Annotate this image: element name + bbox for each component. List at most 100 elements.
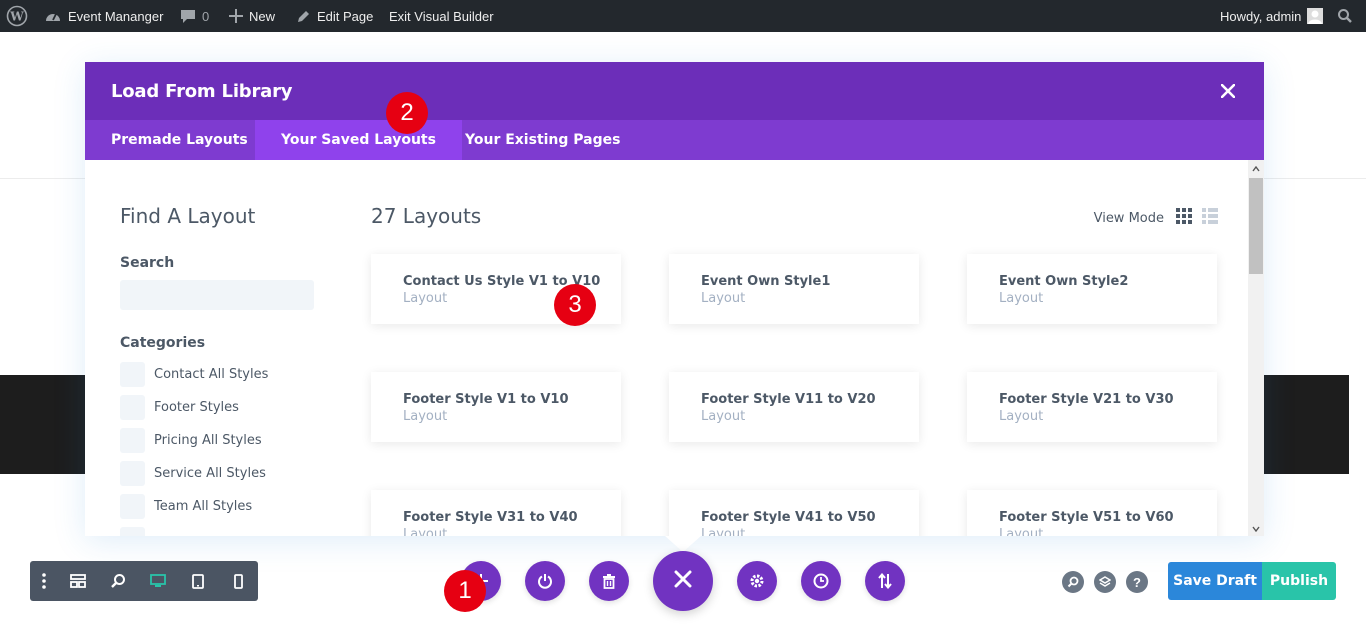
view-mode-label: View Mode <box>1093 211 1164 226</box>
layout-name: Footer Style V51 to V60 <box>999 510 1174 525</box>
exit-visual-builder-link[interactable]: Exit Visual Builder <box>389 0 494 32</box>
layout-name: Footer Style V11 to V20 <box>701 392 876 407</box>
gear-icon[interactable] <box>737 561 777 601</box>
checkbox[interactable] <box>120 394 145 420</box>
more-icon[interactable] <box>30 561 58 601</box>
layout-card[interactable]: Event Own Style1 Layout <box>669 254 919 324</box>
category-label: Pricing All Styles <box>154 432 262 448</box>
new-link[interactable]: New <box>229 0 275 32</box>
save-draft-button[interactable]: Save Draft <box>1168 562 1262 600</box>
edit-page-label: Edit Page <box>317 8 374 24</box>
svg-text:W: W <box>9 10 24 24</box>
checkbox[interactable] <box>120 526 145 536</box>
layout-type: Layout <box>701 291 746 306</box>
exit-label: Exit Visual Builder <box>389 8 494 24</box>
trash-icon[interactable] <box>589 561 629 601</box>
pencil-icon <box>296 9 311 24</box>
wireframe-icon[interactable] <box>58 561 98 601</box>
checkbox[interactable] <box>120 493 145 519</box>
step-marker: 3 <box>554 284 596 326</box>
scroll-down-icon[interactable] <box>1249 523 1263 535</box>
category-checkbox[interactable] <box>120 526 145 536</box>
layout-type: Layout <box>701 527 746 536</box>
tablet-icon[interactable] <box>178 561 218 601</box>
search-input[interactable] <box>120 280 314 310</box>
zoom-icon[interactable] <box>98 561 138 601</box>
sort-icon[interactable] <box>865 561 905 601</box>
modal-pointer <box>665 536 701 552</box>
checkbox[interactable] <box>120 361 145 387</box>
category-label: Team All Styles <box>154 498 253 514</box>
layout-name: Event Own Style1 <box>701 274 831 289</box>
list-view-icon[interactable] <box>1202 208 1218 229</box>
desktop-icon[interactable] <box>138 561 178 601</box>
tab-premade-layouts[interactable]: Premade Layouts <box>85 120 274 160</box>
dashboard-icon <box>44 8 62 24</box>
checkbox[interactable] <box>120 460 145 486</box>
layout-card[interactable]: Footer Style V51 to V60 Layout <box>967 490 1217 536</box>
scrollbar-thumb[interactable] <box>1249 178 1263 274</box>
category-label: Contact All Styles <box>154 366 269 382</box>
category-checkbox[interactable]: Service All Styles <box>120 460 266 486</box>
history-icon[interactable] <box>801 561 841 601</box>
responsive-toolbar <box>30 561 258 601</box>
modal-tabs: Premade Layouts Your Saved Layouts Your … <box>85 120 1264 160</box>
category-checkbox[interactable]: Pricing All Styles <box>120 427 262 453</box>
power-icon[interactable] <box>525 561 565 601</box>
help-icon[interactable]: ? <box>1126 571 1148 593</box>
layout-card[interactable]: Footer Style V11 to V20 Layout <box>669 372 919 442</box>
layout-name: Footer Style V31 to V40 <box>403 510 578 525</box>
user-avatar <box>1307 8 1324 24</box>
modal-body: Find A Layout Search Categories Contact … <box>85 160 1264 536</box>
checkbox[interactable] <box>120 427 145 453</box>
search-icon[interactable] <box>1337 0 1353 32</box>
load-from-library-modal: Load From Library Premade Layouts Your S… <box>85 62 1264 536</box>
modal-title: Load From Library <box>111 81 293 102</box>
tab-your-saved-layouts[interactable]: Your Saved Layouts <box>255 120 462 160</box>
edit-page-link[interactable]: Edit Page <box>296 0 373 32</box>
close-icon[interactable] <box>1216 79 1240 103</box>
layout-type: Layout <box>999 409 1044 424</box>
comments-count: 0 <box>202 8 210 24</box>
layout-card[interactable]: Event Own Style2 Layout <box>967 254 1217 324</box>
layouts-count: 27 Layouts <box>371 204 482 228</box>
close-builder-button[interactable] <box>653 551 713 611</box>
layout-name: Footer Style V21 to V30 <box>999 392 1174 407</box>
comments-link[interactable]: 0 <box>180 0 209 32</box>
categories-label: Categories <box>120 335 206 351</box>
site-name: Event Mananger <box>68 8 164 24</box>
category-checkbox[interactable]: Footer Styles <box>120 394 239 420</box>
comment-icon <box>180 8 196 24</box>
close-icon <box>674 570 692 593</box>
category-label: Footer Styles <box>154 399 239 415</box>
plus-icon <box>229 9 243 23</box>
layout-card[interactable]: Footer Style V21 to V30 Layout <box>967 372 1217 442</box>
tab-your-existing-pages[interactable]: Your Existing Pages <box>439 120 646 160</box>
new-label: New <box>249 8 276 24</box>
grid-view-icon[interactable] <box>1176 208 1192 229</box>
phone-icon[interactable] <box>218 561 258 601</box>
layout-card[interactable]: Footer Style V31 to V40 Layout <box>371 490 621 536</box>
howdy-text: Howdy, admin <box>1220 8 1302 24</box>
account-menu[interactable]: Howdy, admin <box>1220 0 1324 32</box>
layout-name: Event Own Style2 <box>999 274 1129 289</box>
step-marker: 2 <box>386 92 428 134</box>
view-mode-switch: View Mode <box>1094 208 1218 229</box>
category-label: Service All Styles <box>154 465 266 481</box>
wordpress-icon[interactable]: W <box>6 0 28 32</box>
layout-name: Contact Us Style V1 to V10 <box>403 274 601 289</box>
category-checkbox[interactable]: Contact All Styles <box>120 361 268 387</box>
layout-card[interactable]: Footer Style V1 to V10 Layout <box>371 372 621 442</box>
layout-name: Footer Style V41 to V50 <box>701 510 876 525</box>
layout-type: Layout <box>403 409 448 424</box>
layout-card[interactable]: Footer Style V41 to V50 Layout <box>669 490 919 536</box>
layers-icon[interactable] <box>1094 571 1116 593</box>
publish-button[interactable]: Publish <box>1262 562 1336 600</box>
site-name-link[interactable]: Event Mananger <box>44 0 163 32</box>
search-icon[interactable] <box>1062 571 1084 593</box>
category-checkbox[interactable]: Team All Styles <box>120 493 252 519</box>
scroll-up-icon[interactable] <box>1249 163 1263 175</box>
step-marker: 1 <box>444 570 486 612</box>
filter-sidebar: Find A Layout Search Categories Contact … <box>120 160 340 536</box>
find-layout-title: Find A Layout <box>120 204 256 228</box>
